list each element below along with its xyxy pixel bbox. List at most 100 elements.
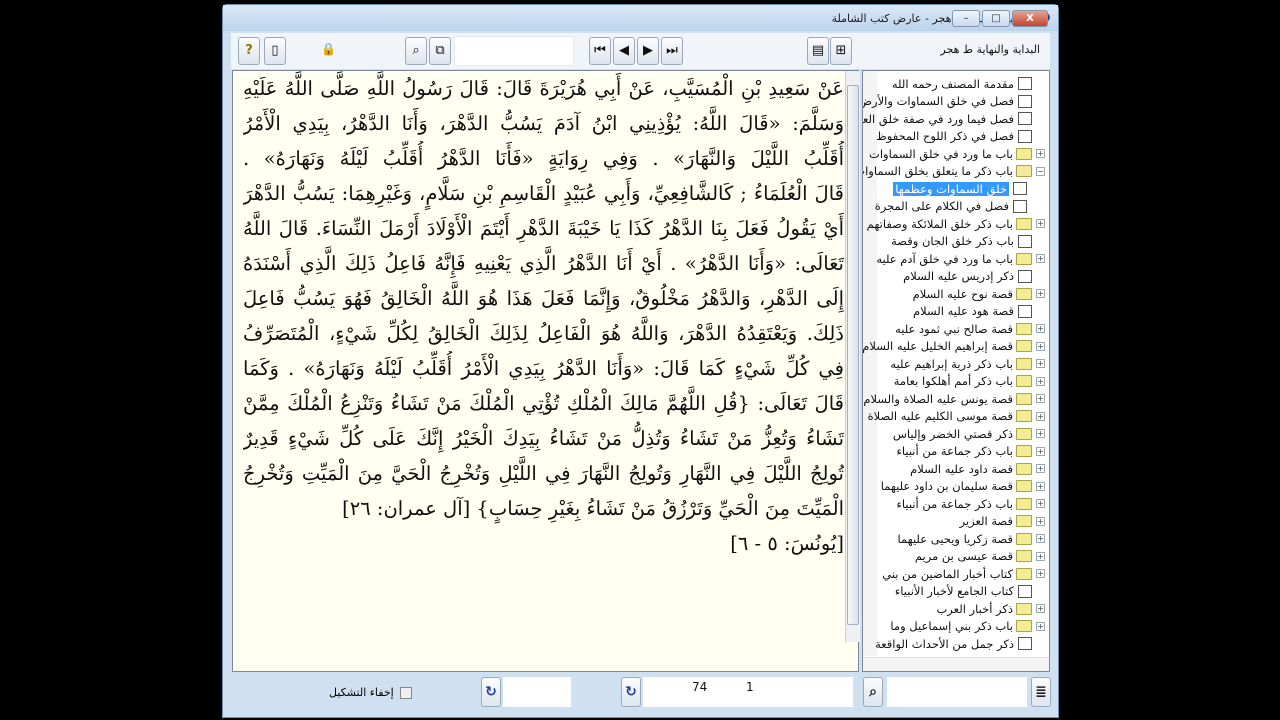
expand-icon[interactable]: + [1036,481,1045,491]
book-text-area[interactable]: عَنْ سَعِيدِ بْنِ الْمُسَيَّبِ، عَنْ أَب… [232,70,859,672]
tree-item[interactable]: + باب ما ورد في خلق آدم عليه [876,250,1045,267]
tree-item-label: فصل في الكلام على المجرة [874,199,1009,213]
text-line: فِي كُلِّ شَيْءٍ كَمَا قَالَ: «وَأَنَا ا… [243,357,844,380]
expand-icon[interactable]: + [1036,324,1045,333]
tree-item[interactable]: خلق السماوات وعظمها [893,180,1027,197]
tree-item-label: مقدمة المصنف رحمه الله [891,76,1014,91]
tree-item[interactable]: + باب ذكر بني إسماعيل وما [890,618,1045,635]
go-page-button[interactable]: ↻ [621,677,641,707]
tree-item[interactable]: فصل في ذكر اللوح المحفوظ [876,128,1045,145]
tree-item[interactable]: + باب ما ورد في خلق السماوات [869,145,1045,162]
tree-item[interactable]: + باب ذكر ذرية إبراهيم عليه [890,355,1045,372]
new-page-button[interactable]: ▯ [264,37,286,65]
text-scrollbar[interactable] [845,71,860,642]
tree-item-label: قصة نوح عليه السلام [912,286,1013,301]
expand-icon[interactable]: + [1036,254,1045,263]
lock-icon[interactable]: 🔒 [321,42,336,56]
expand-icon[interactable]: + [1036,376,1045,386]
expand-icon[interactable]: + [1036,411,1045,421]
tree-item-label: خلق السماوات وعظمها [893,181,1009,196]
toggle-tree-button[interactable]: ⊞ [830,37,852,65]
tree-item-label: فصل في خلق السماوات والأرض [862,94,1014,108]
expand-icon[interactable]: + [1036,394,1045,403]
tree-horizontal-scrollbar[interactable] [863,657,1049,671]
folder-icon [1016,550,1032,562]
tree-item[interactable]: + باب ذكر جماعة من أنبياء [896,443,1045,460]
expand-icon[interactable]: + [1036,429,1045,438]
expand-icon[interactable]: + [1036,551,1045,561]
tree-item[interactable]: فصل فيما ورد في صفة خلق العرش [863,110,1045,127]
expand-icon[interactable]: + [1036,219,1045,228]
expand-icon[interactable]: + [1036,149,1045,158]
first-page-button[interactable]: ⏮ [589,37,611,65]
tree-item[interactable]: + قصة داود عليه السلام [910,460,1045,477]
tree-item-label: فصل في ذكر اللوح المحفوظ [876,129,1014,143]
tree-item[interactable]: + كتاب أخبار الماضين من بني [882,565,1045,582]
tree-item[interactable]: فصل في خلق السماوات والأرض [862,93,1045,110]
maximize-button[interactable]: □ [982,10,1010,27]
tree-item[interactable]: + قصة زكريا ويحيى عليهما [897,530,1045,547]
tree-item[interactable]: + قصة نوح عليه السلام [913,285,1045,302]
expand-icon[interactable]: + [1036,359,1045,368]
previous-page-button[interactable]: ◀ [613,37,635,65]
expand-icon[interactable]: + [1036,534,1045,543]
last-page-button[interactable]: ⏭ [661,37,683,65]
search-button[interactable]: ⌕ [863,677,883,707]
search-input[interactable] [454,36,574,66]
tree-item[interactable]: كتاب الجامع لأخبار الأنبياء [895,583,1045,600]
folder-icon [1016,392,1032,405]
next-page-button[interactable]: ▶ [637,37,659,65]
tree-item[interactable]: قصة هود عليه السلام [913,303,1045,320]
expand-icon[interactable]: + [1036,464,1045,473]
tree-item[interactable]: ذكر جمل من الأحداث الواقعة [875,635,1045,652]
tree-item-label: كتاب أخبار الماضين من بني [882,566,1013,581]
hide-diacritics-checkbox[interactable] [400,687,412,699]
tree-item[interactable]: باب ذكر خلق الجان وقصة [891,233,1045,250]
tree-item[interactable]: + ذكر أخبار العرب [936,600,1045,617]
tree-item[interactable]: + قصة إبراهيم الخليل عليه السلام [863,338,1045,355]
expand-icon[interactable]: + [1036,621,1045,631]
tree-item[interactable]: فصل في الكلام على المجرة [875,198,1027,215]
tree-item[interactable]: + باب ذكر خلق الملائكة وصفاتهم [867,215,1045,232]
goto-field[interactable] [503,677,571,707]
tree-item-label: باب ذكر خلق الجان وقصة [891,234,1014,248]
help-button[interactable]: ? [238,37,260,65]
expand-icon[interactable]: + [1036,499,1045,508]
tree-item[interactable]: + باب ذكر جماعة من أنبياء [896,495,1045,512]
find-button[interactable]: ⌕ [405,37,427,65]
tree-item[interactable]: + قصة العزير [960,513,1045,530]
bottom-search-input[interactable] [887,677,1027,707]
tree-item[interactable]: + قصة يونس عليه الصلاة والسلام [863,390,1045,407]
expand-icon[interactable]: + [1036,604,1045,613]
menu-button[interactable]: ≣ [1031,677,1051,707]
expand-icon[interactable]: + [1036,516,1045,526]
expand-icon[interactable]: + [1036,446,1045,456]
tree-item[interactable]: + قصة عيسى بن مريم [915,548,1045,565]
expand-icon[interactable]: + [1036,569,1045,578]
tree-item-label: باب ذكر بني إسماعيل وما [890,619,1013,633]
page-number[interactable]: 74 [692,680,707,694]
collapse-icon[interactable]: − [1036,166,1045,176]
refresh-button[interactable]: ↻ [481,677,501,707]
expand-icon[interactable]: + [1036,341,1045,351]
folder-icon [1016,532,1032,545]
close-button[interactable]: X [1012,10,1048,27]
scrollbar-thumb[interactable] [847,85,859,625]
expand-icon[interactable]: + [1036,289,1045,298]
tree-item[interactable]: + قصة سليمان بن داود عليهما [881,478,1045,495]
tree-item[interactable]: − باب ذكر ما يتعلق بخلق السماوات [863,163,1045,180]
folder-icon [1016,340,1032,352]
folder-icon [1016,620,1032,632]
tree-item[interactable]: ذكر إدريس عليه السلام [903,268,1045,285]
tree-item[interactable]: + ذكر قصتي الخضر وإلياس [893,425,1045,442]
folder-icon [1016,445,1032,457]
tree-item[interactable]: + قصة صالح نبي ثمود عليه [895,320,1045,337]
tree-item[interactable]: مقدمة المصنف رحمه الله [892,75,1045,92]
part-number[interactable]: 1 [746,680,754,694]
open-book-button[interactable]: ▤ [807,37,829,65]
tree-item[interactable]: + قصة موسى الكليم عليه الصلاة [868,408,1045,425]
tree-item[interactable]: + باب ذكر أمم أهلكوا بعامة [894,373,1045,390]
minimize-button[interactable]: – [952,10,980,27]
tree-item-label: قصة العزير [959,514,1013,528]
search-document-button[interactable]: ⧉ [429,37,451,65]
